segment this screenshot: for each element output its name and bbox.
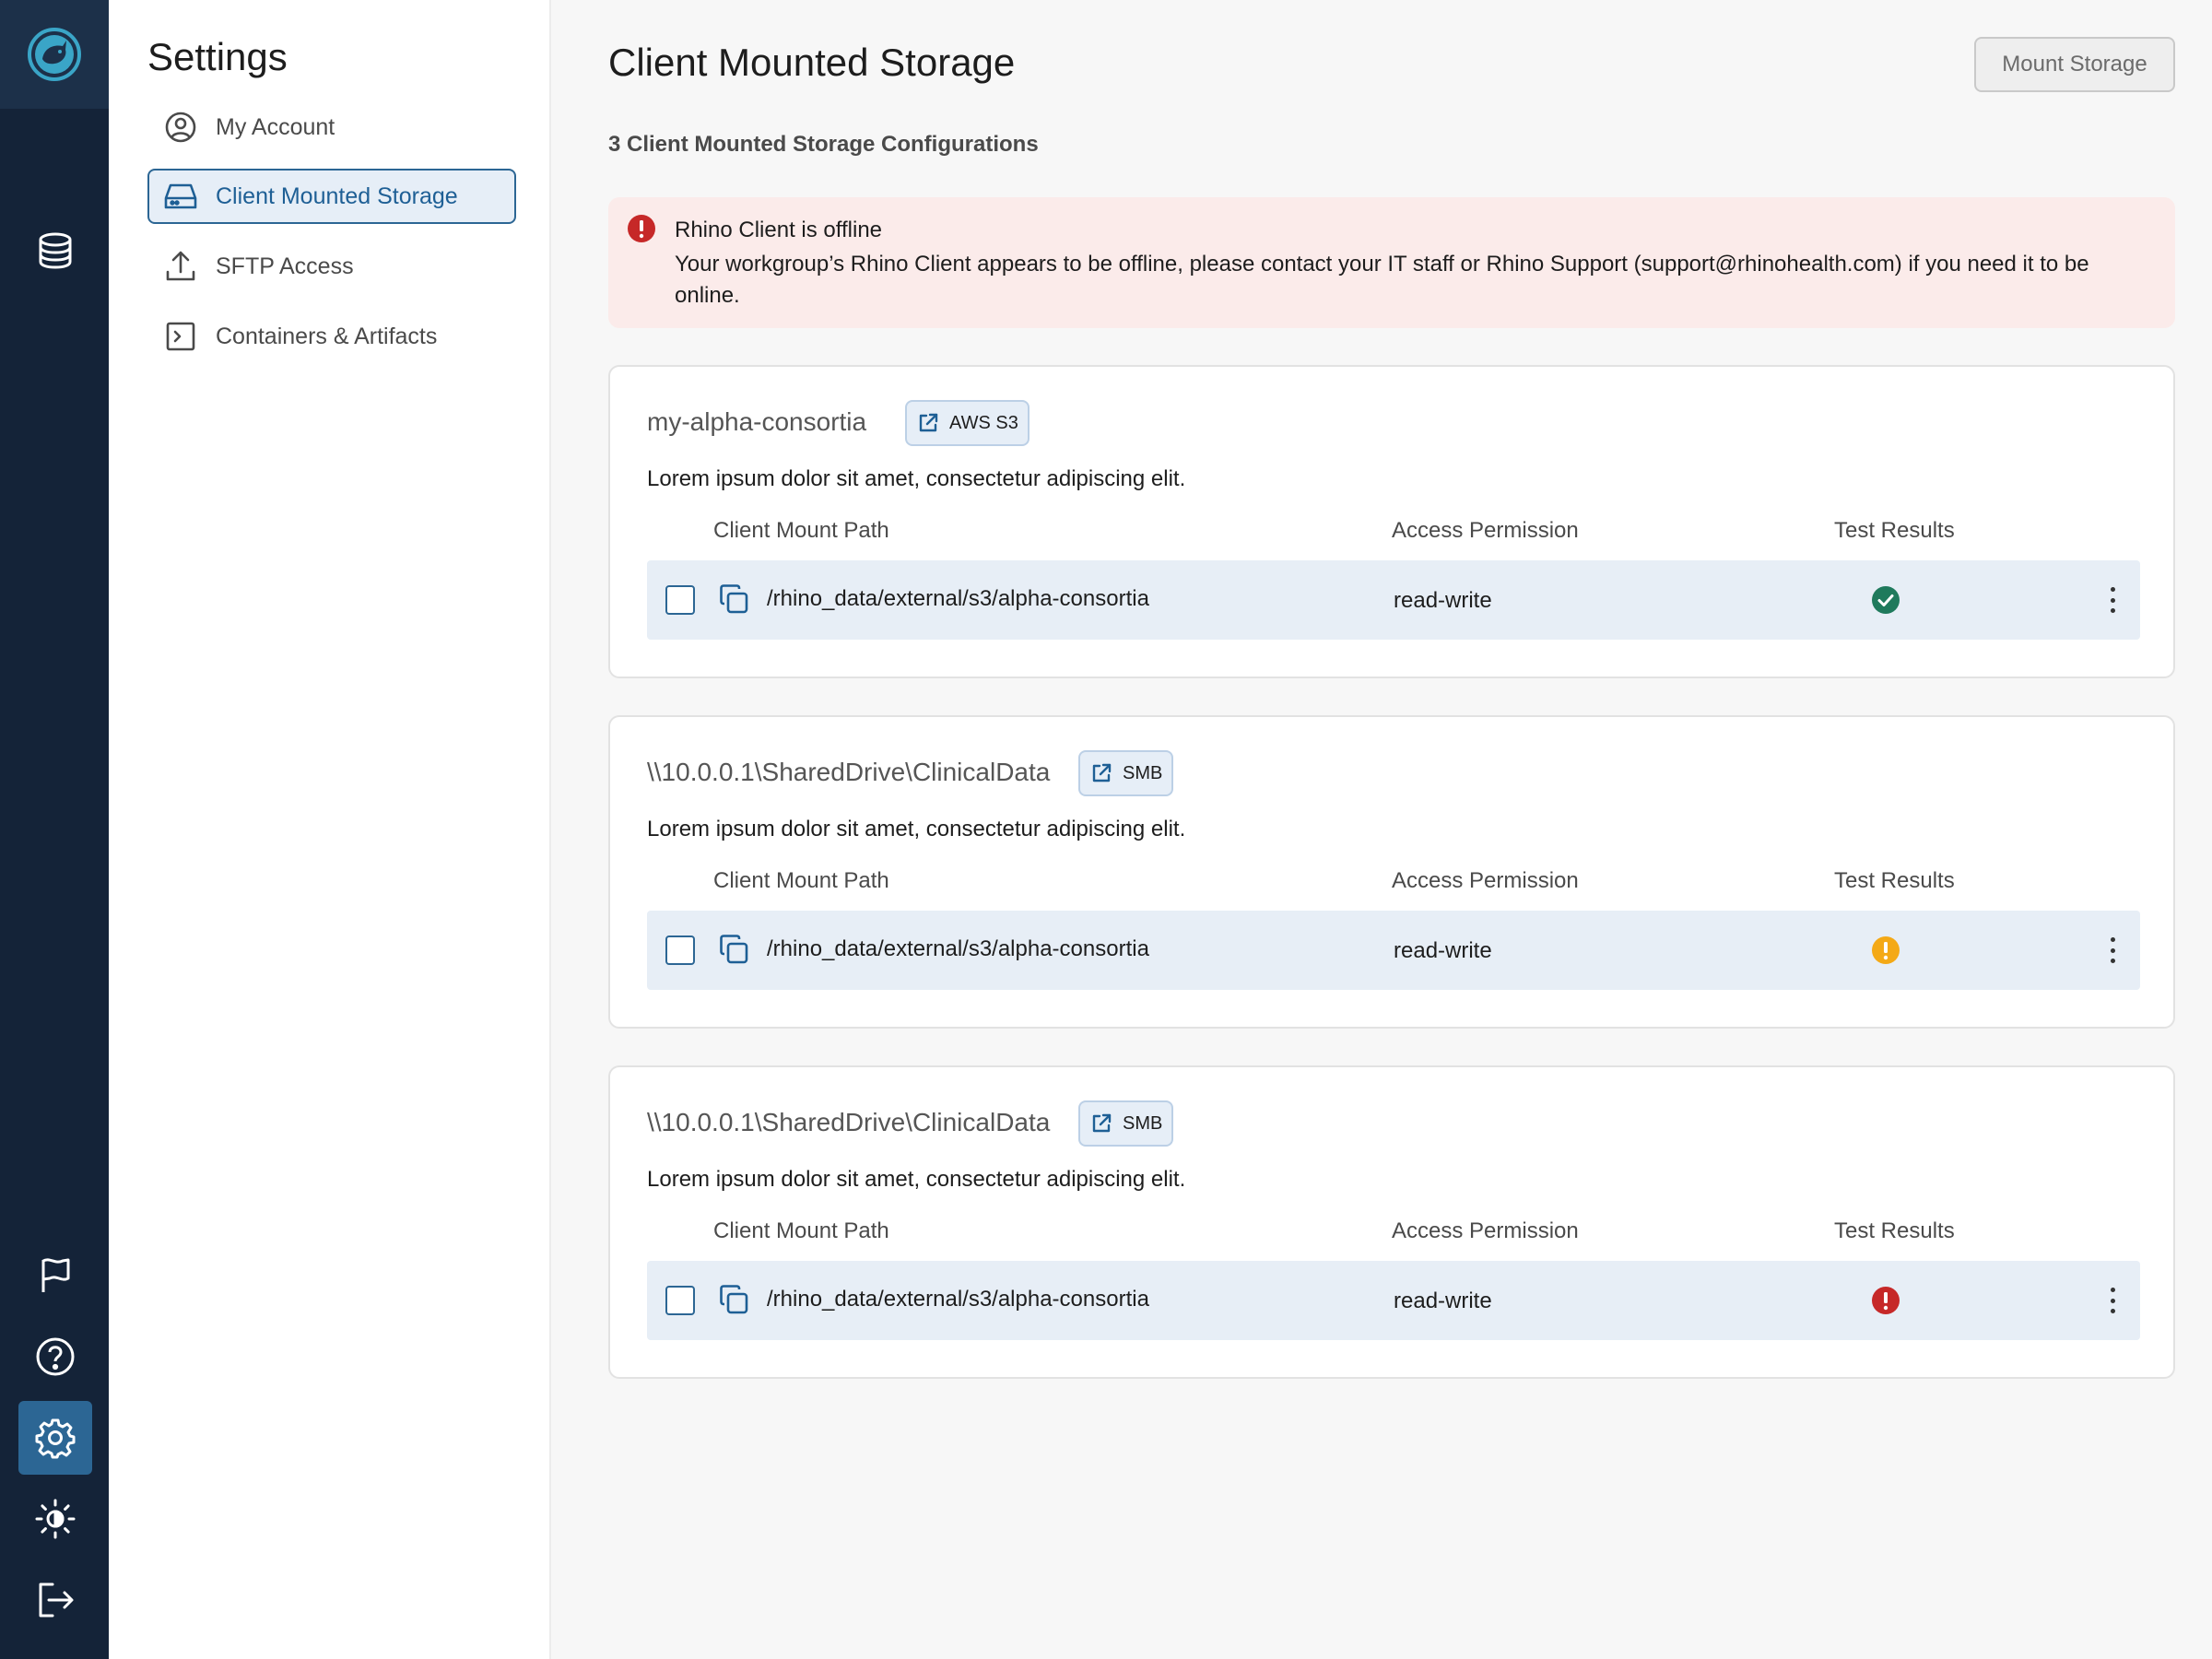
storage-card: my-alpha-consortia AWS S3 Lorem ipsum do… — [608, 365, 2175, 678]
sidebar-item-client-mounted-storage[interactable]: Client Mounted Storage — [147, 169, 516, 224]
storage-name: \\10.0.0.1\SharedDrive\ClinicalData — [647, 1108, 1051, 1136]
settings-sidebar: Settings My Account Client Mounted Stora… — [109, 0, 551, 1659]
copy-icon[interactable] — [717, 933, 752, 968]
database-icon — [39, 232, 72, 269]
page-title: Client Mounted Storage — [608, 41, 1016, 84]
sidebar-item-sftp-access[interactable]: SFTP Access — [147, 239, 516, 294]
storage-name: \\10.0.0.1\SharedDrive\ClinicalData — [647, 758, 1051, 786]
user-circle-icon — [162, 109, 199, 146]
storage-name: my-alpha-consortia — [647, 407, 867, 436]
storage-description: Lorem ipsum dolor sit amet, consectetur … — [647, 1167, 1186, 1192]
table-row: /rhino_data/external/s3/alpha-consortia … — [647, 911, 2140, 990]
copy-icon[interactable] — [717, 1283, 752, 1318]
storage-description: Lorem ipsum dolor sit amet, consectetur … — [647, 466, 1186, 491]
row-checkbox[interactable] — [665, 1286, 695, 1315]
column-header-path: Client Mount Path — [713, 518, 889, 543]
external-link-icon — [916, 411, 940, 435]
mount-storage-button[interactable]: Mount Storage — [1974, 37, 2175, 92]
logo-container — [0, 0, 109, 109]
flag-nav-button[interactable] — [18, 1239, 92, 1312]
table-row: /rhino_data/external/s3/alpha-consortia … — [647, 1261, 2140, 1340]
brightness-icon — [35, 1499, 76, 1539]
offline-alert: Rhino Client is offline Your workgroup’s… — [608, 197, 2175, 328]
external-link-icon — [1089, 761, 1113, 785]
sidebar-item-label: SFTP Access — [216, 253, 354, 279]
app-rail — [0, 0, 109, 1659]
column-header-path: Client Mount Path — [713, 1218, 889, 1243]
terminal-icon — [162, 318, 199, 355]
logout-icon — [39, 1583, 74, 1618]
sidebar-item-label: Client Mounted Storage — [216, 182, 458, 209]
alert-title: Rhino Client is offline — [675, 218, 883, 242]
config-count: 3 Client Mounted Storage Configurations — [608, 132, 1039, 157]
column-header-path: Client Mount Path — [713, 868, 889, 893]
copy-icon[interactable] — [717, 582, 752, 618]
access-permission: read-write — [1394, 1288, 1492, 1313]
mount-path: /rhino_data/external/s3/alpha-consortia — [767, 936, 1149, 961]
mount-path: /rhino_data/external/s3/alpha-consortia — [767, 1287, 1149, 1312]
storage-card: \\10.0.0.1\SharedDrive\ClinicalData SMB … — [608, 1065, 2175, 1379]
logo-icon[interactable] — [26, 26, 83, 83]
flag-icon — [41, 1258, 70, 1292]
upload-icon — [162, 248, 199, 285]
settings-nav-button[interactable] — [18, 1401, 92, 1475]
column-header-permission: Access Permission — [1392, 1218, 1579, 1243]
row-checkbox[interactable] — [665, 935, 695, 965]
storage-type-tag[interactable]: SMB — [1078, 750, 1174, 796]
logout-nav-button[interactable] — [18, 1563, 92, 1637]
row-checkbox[interactable] — [665, 585, 695, 615]
column-header-permission: Access Permission — [1392, 868, 1579, 893]
storage-card: \\10.0.0.1\SharedDrive\ClinicalData SMB … — [608, 715, 2175, 1029]
more-options-icon[interactable] — [2103, 1284, 2122, 1317]
drive-icon — [162, 178, 199, 215]
storage-type-tag[interactable]: SMB — [1078, 1100, 1174, 1147]
external-link-icon — [1089, 1112, 1113, 1135]
more-options-icon[interactable] — [2103, 934, 2122, 967]
tag-label: SMB — [1123, 762, 1163, 783]
tag-label: SMB — [1123, 1112, 1163, 1134]
sidebar-item-label: My Account — [216, 113, 335, 140]
access-permission: read-write — [1394, 588, 1492, 613]
column-header-results: Test Results — [1834, 518, 1955, 543]
sidebar-item-my-account[interactable]: My Account — [147, 100, 516, 155]
help-nav-button[interactable] — [18, 1320, 92, 1394]
table-row: /rhino_data/external/s3/alpha-consortia … — [647, 560, 2140, 640]
theme-nav-button[interactable] — [18, 1482, 92, 1556]
storage-description: Lorem ipsum dolor sit amet, consectetur … — [647, 817, 1186, 841]
error-icon — [628, 215, 655, 242]
mount-path: /rhino_data/external/s3/alpha-consortia — [767, 586, 1149, 611]
success-check-icon — [1872, 586, 1900, 614]
database-nav-button[interactable] — [18, 214, 92, 288]
sidebar-item-label: Containers & Artifacts — [216, 323, 438, 349]
gear-icon — [35, 1418, 76, 1459]
tag-label: AWS S3 — [949, 412, 1018, 433]
column-header-permission: Access Permission — [1392, 518, 1579, 543]
error-icon — [1872, 1287, 1900, 1314]
warning-icon — [1872, 936, 1900, 964]
settings-title: Settings — [147, 35, 288, 78]
column-header-results: Test Results — [1834, 868, 1955, 893]
access-permission: read-write — [1394, 938, 1492, 963]
more-options-icon[interactable] — [2103, 583, 2122, 617]
help-icon — [36, 1337, 75, 1376]
alert-body: Your workgroup’s Rhino Client appears to… — [675, 252, 2089, 308]
storage-type-tag[interactable]: AWS S3 — [905, 400, 1030, 446]
sidebar-item-containers-artifacts[interactable]: Containers & Artifacts — [147, 309, 516, 364]
column-header-results: Test Results — [1834, 1218, 1955, 1243]
